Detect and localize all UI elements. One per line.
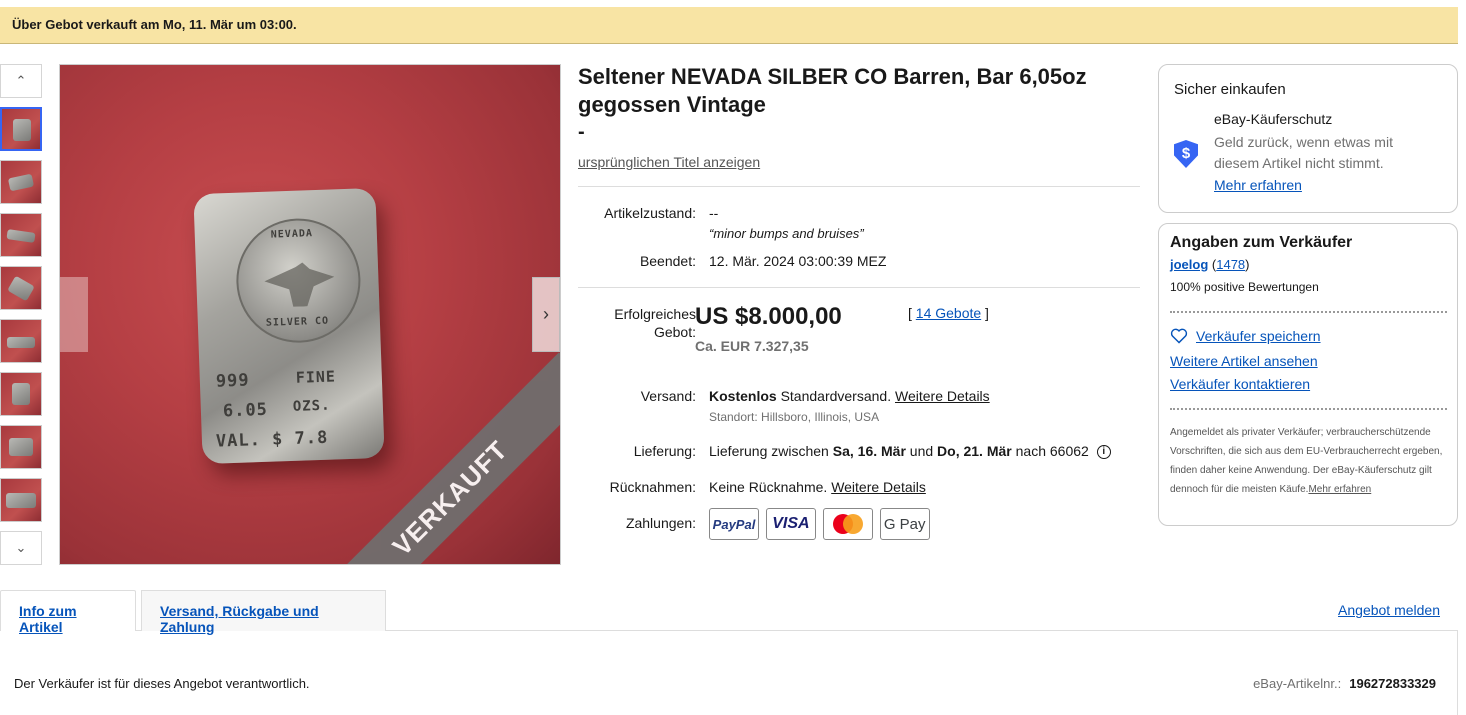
stamp-text: FINE bbox=[295, 367, 337, 387]
thumbnail-scroll-down-button[interactable]: ⌄ bbox=[0, 531, 42, 565]
returns-details-link[interactable]: Weitere Details bbox=[831, 479, 926, 495]
protection-more-link[interactable]: Mehr erfahren bbox=[1214, 177, 1302, 193]
seller-responsibility-text: Der Verkäufer ist für dieses Angebot ver… bbox=[14, 676, 310, 691]
thumbnail-7[interactable] bbox=[0, 425, 42, 469]
sold-banner: Über Gebot verkauft am Mo, 11. Mär um 03… bbox=[0, 7, 1458, 44]
protection-text: Geld zurück, wenn etwas mit diesem Artik… bbox=[1214, 134, 1393, 171]
payments-label: Zahlungen: bbox=[625, 515, 696, 531]
item-location: Standort: Hillsboro, Illinois, USA bbox=[709, 410, 880, 424]
delivery-postcode: nach 66062 bbox=[1015, 443, 1089, 459]
returns-value: Keine Rücknahme. bbox=[709, 479, 828, 495]
returns-label: Rücknahmen: bbox=[609, 479, 696, 495]
divider bbox=[578, 186, 1140, 187]
coin-stamp: NEVADA SILVER CO bbox=[234, 216, 363, 345]
thumbnail-1[interactable] bbox=[0, 107, 42, 151]
previous-image-button[interactable] bbox=[60, 277, 88, 352]
seller-name-row: joelog (1478) bbox=[1170, 257, 1250, 272]
ended-value: 12. Mär. 2024 03:00:39 MEZ bbox=[709, 253, 887, 269]
next-image-button[interactable]: › bbox=[532, 277, 560, 352]
condition-note: “minor bumps and bruises” bbox=[709, 226, 864, 241]
shield-dollar-icon: $ bbox=[1174, 140, 1198, 168]
report-listing-link[interactable]: Angebot melden bbox=[1338, 602, 1440, 618]
item-tabs: Info zum Artikel Versand, Rückgabe und Z… bbox=[0, 590, 1458, 715]
dotted-divider bbox=[1170, 408, 1447, 410]
ended-label: Beendet: bbox=[639, 253, 696, 269]
winning-bid-label: Erfolgreiches Gebot: bbox=[614, 306, 696, 340]
mastercard-logo bbox=[822, 508, 873, 540]
thumbnail-5[interactable] bbox=[0, 319, 42, 363]
stamp-text: OZS. bbox=[292, 397, 331, 415]
seller-card: Angaben zum Verkäufer joelog (1478) 100%… bbox=[1158, 223, 1458, 526]
save-seller-row[interactable]: Verkäufer speichern bbox=[1170, 328, 1321, 344]
shipping-label: Versand: bbox=[640, 388, 696, 404]
shipping-free: Kostenlos bbox=[709, 388, 777, 404]
contact-seller-link[interactable]: Verkäufer kontaktieren bbox=[1170, 376, 1310, 392]
seller-heading: Angaben zum Verkäufer bbox=[1170, 234, 1353, 251]
stamp-text: SILVER CO bbox=[265, 315, 330, 329]
item-number-label: eBay-Artikelnr.: bbox=[1253, 676, 1342, 691]
shipping-details-link[interactable]: Weitere Details bbox=[895, 388, 990, 404]
delivery-to: Do, 21. Mär bbox=[937, 443, 1012, 459]
stamp-text: VAL. $ 7.8 bbox=[215, 427, 329, 452]
delivery-from: Sa, 16. Mär bbox=[832, 443, 906, 459]
item-title-dash: - bbox=[578, 121, 585, 143]
sold-banner-text: Über Gebot verkauft am Mo, 11. Mär um 03… bbox=[12, 17, 297, 32]
buyer-protection-card: Sicher einkaufen $ eBay-Käuferschutz Gel… bbox=[1158, 64, 1458, 213]
thumbnail-strip: ⌃ ⌄ bbox=[0, 64, 44, 565]
item-title-block: Seltener NEVADA SILBER CO Barren, Bar 6,… bbox=[578, 63, 1138, 172]
paypal-logo: PayPal bbox=[709, 508, 759, 540]
delivery-label: Lieferung: bbox=[633, 443, 696, 459]
thumbnail-6[interactable] bbox=[0, 372, 42, 416]
stamp-text: 999 bbox=[215, 370, 250, 392]
item-title: Seltener NEVADA SILBER CO Barren, Bar 6,… bbox=[578, 64, 1087, 117]
stamp-text: NEVADA bbox=[270, 228, 314, 241]
item-number-value: 196272833329 bbox=[1349, 676, 1436, 691]
private-note-more-link[interactable]: Mehr erfahren bbox=[1308, 484, 1371, 495]
dotted-divider bbox=[1170, 311, 1447, 313]
private-seller-note: Angemeldet als privater Verkäufer; verbr… bbox=[1170, 427, 1443, 495]
delivery-and: und bbox=[909, 443, 934, 459]
silver-bar-image: NEVADA SILVER CO 999 FINE 6.05 OZS. VAL.… bbox=[193, 187, 385, 465]
bid-count: [ 14 Gebote ] bbox=[908, 305, 989, 321]
thumbnail-4[interactable] bbox=[0, 266, 42, 310]
safe-shopping-heading: Sicher einkaufen bbox=[1174, 81, 1286, 98]
save-seller-link[interactable]: Verkäufer speichern bbox=[1196, 328, 1321, 344]
googlepay-logo: G Pay bbox=[879, 508, 930, 540]
thumbnail-scroll-up-button[interactable]: ⌃ bbox=[0, 64, 42, 98]
protection-title: eBay-Käuferschutz bbox=[1214, 111, 1333, 127]
heart-icon bbox=[1170, 328, 1188, 344]
seller-feedback-link[interactable]: 1478 bbox=[1216, 257, 1245, 272]
bid-history-link[interactable]: 14 Gebote bbox=[916, 305, 981, 321]
chevron-down-icon: ⌄ bbox=[15, 540, 27, 555]
visa-logo: VISA bbox=[765, 508, 816, 540]
condition-value: -- bbox=[709, 205, 719, 221]
thumbnail-3[interactable] bbox=[0, 213, 42, 257]
delivery-prefix: Lieferung zwischen bbox=[709, 443, 829, 459]
tab-shipping-returns-payment[interactable]: Versand, Rückgabe und Zahlung bbox=[141, 590, 386, 635]
price-approx-eur: Ca. EUR 7.327,35 bbox=[695, 338, 809, 354]
seller-positive-feedback: 100% positive Bewertungen bbox=[1170, 280, 1319, 294]
main-product-image[interactable]: NEVADA SILVER CO 999 FINE 6.05 OZS. VAL.… bbox=[59, 64, 561, 565]
more-items-link[interactable]: Weitere Artikel ansehen bbox=[1170, 353, 1318, 369]
shipping-type: Standardversand. bbox=[780, 388, 892, 404]
original-title-link[interactable]: ursprünglichen Titel anzeigen bbox=[578, 154, 760, 170]
eagle-emblem bbox=[264, 261, 335, 307]
divider bbox=[578, 287, 1140, 288]
seller-name-link[interactable]: joelog bbox=[1170, 257, 1208, 272]
thumbnail-8[interactable] bbox=[0, 478, 42, 522]
tab-item-info[interactable]: Info zum Artikel bbox=[0, 590, 136, 635]
chevron-up-icon: ⌃ bbox=[15, 73, 27, 88]
chevron-right-icon: › bbox=[543, 304, 549, 324]
item-number: eBay-Artikelnr.: 196272833329 bbox=[1253, 676, 1436, 691]
final-price: US $8.000,00 bbox=[695, 303, 842, 330]
thumbnail-2[interactable] bbox=[0, 160, 42, 204]
info-icon[interactable]: i bbox=[1096, 445, 1111, 460]
stamp-text: 6.05 bbox=[222, 399, 269, 422]
condition-label: Artikelzustand: bbox=[604, 205, 696, 221]
